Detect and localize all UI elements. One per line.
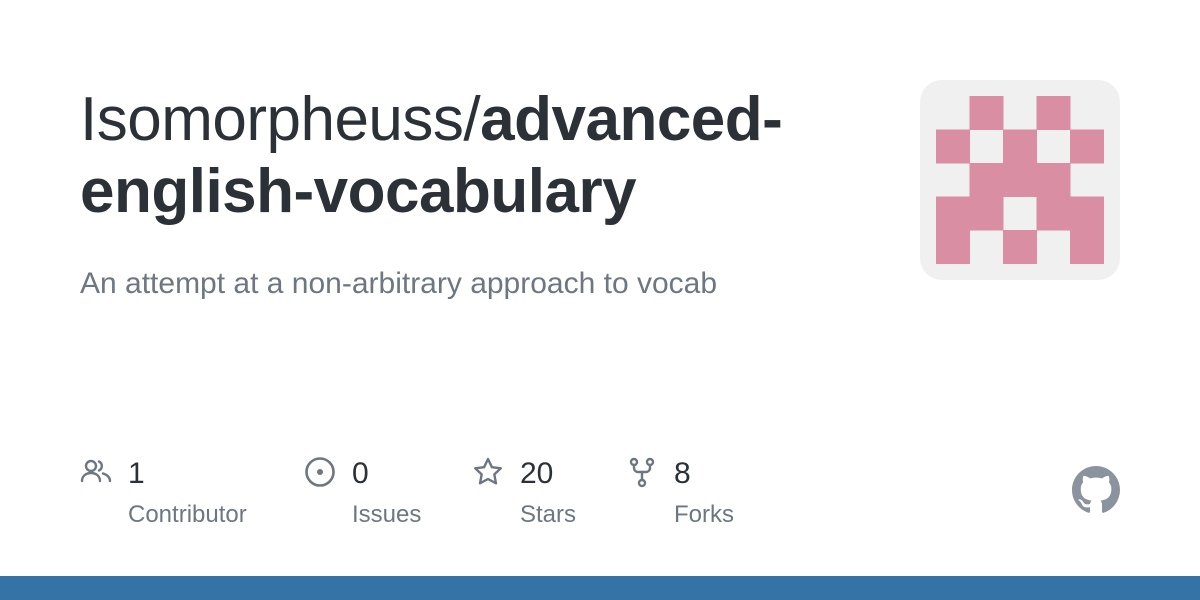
github-mark-icon[interactable] bbox=[1072, 466, 1120, 514]
repo-description: An attempt at a non-arbitrary approach t… bbox=[80, 267, 718, 300]
identicon-cell bbox=[1036, 96, 1071, 130]
issues-label: Issues bbox=[352, 501, 422, 528]
contributors-count: 1 bbox=[128, 457, 145, 490]
identicon-cell bbox=[936, 230, 970, 264]
issue-opened-icon bbox=[305, 457, 335, 487]
repo-title: Isomorpheuss/advanced-english-vocabulary bbox=[80, 84, 840, 228]
owner-avatar[interactable] bbox=[920, 80, 1120, 280]
forks-label: Forks bbox=[674, 501, 734, 528]
identicon-cell bbox=[1036, 163, 1071, 197]
stars-count: 20 bbox=[520, 457, 554, 490]
language-color-bar bbox=[0, 576, 1200, 600]
identicon-cell bbox=[1036, 196, 1071, 231]
star-icon bbox=[474, 457, 502, 485]
identicon-cell bbox=[969, 196, 1004, 231]
identicon-cell bbox=[936, 196, 970, 231]
identicon-cell bbox=[1003, 129, 1037, 164]
identicon-cell bbox=[936, 129, 970, 164]
identicon-cell bbox=[1070, 196, 1104, 231]
identicon-cell bbox=[1070, 129, 1104, 164]
issues-count: 0 bbox=[352, 457, 369, 490]
contributors-label: Contributor bbox=[128, 501, 247, 528]
identicon-cell bbox=[1003, 163, 1037, 197]
repo-owner[interactable]: Isomorpheuss/ bbox=[80, 85, 481, 154]
identicon-cell bbox=[1003, 230, 1037, 264]
identicon-cell bbox=[1070, 230, 1104, 264]
forks-count: 8 bbox=[674, 457, 691, 490]
identicon-cell bbox=[969, 163, 1004, 197]
identicon-cell bbox=[969, 96, 1004, 130]
people-icon bbox=[80, 459, 112, 483]
identicon-image bbox=[936, 96, 1104, 264]
repo-forked-icon bbox=[629, 457, 655, 488]
stars-label: Stars bbox=[520, 501, 577, 528]
